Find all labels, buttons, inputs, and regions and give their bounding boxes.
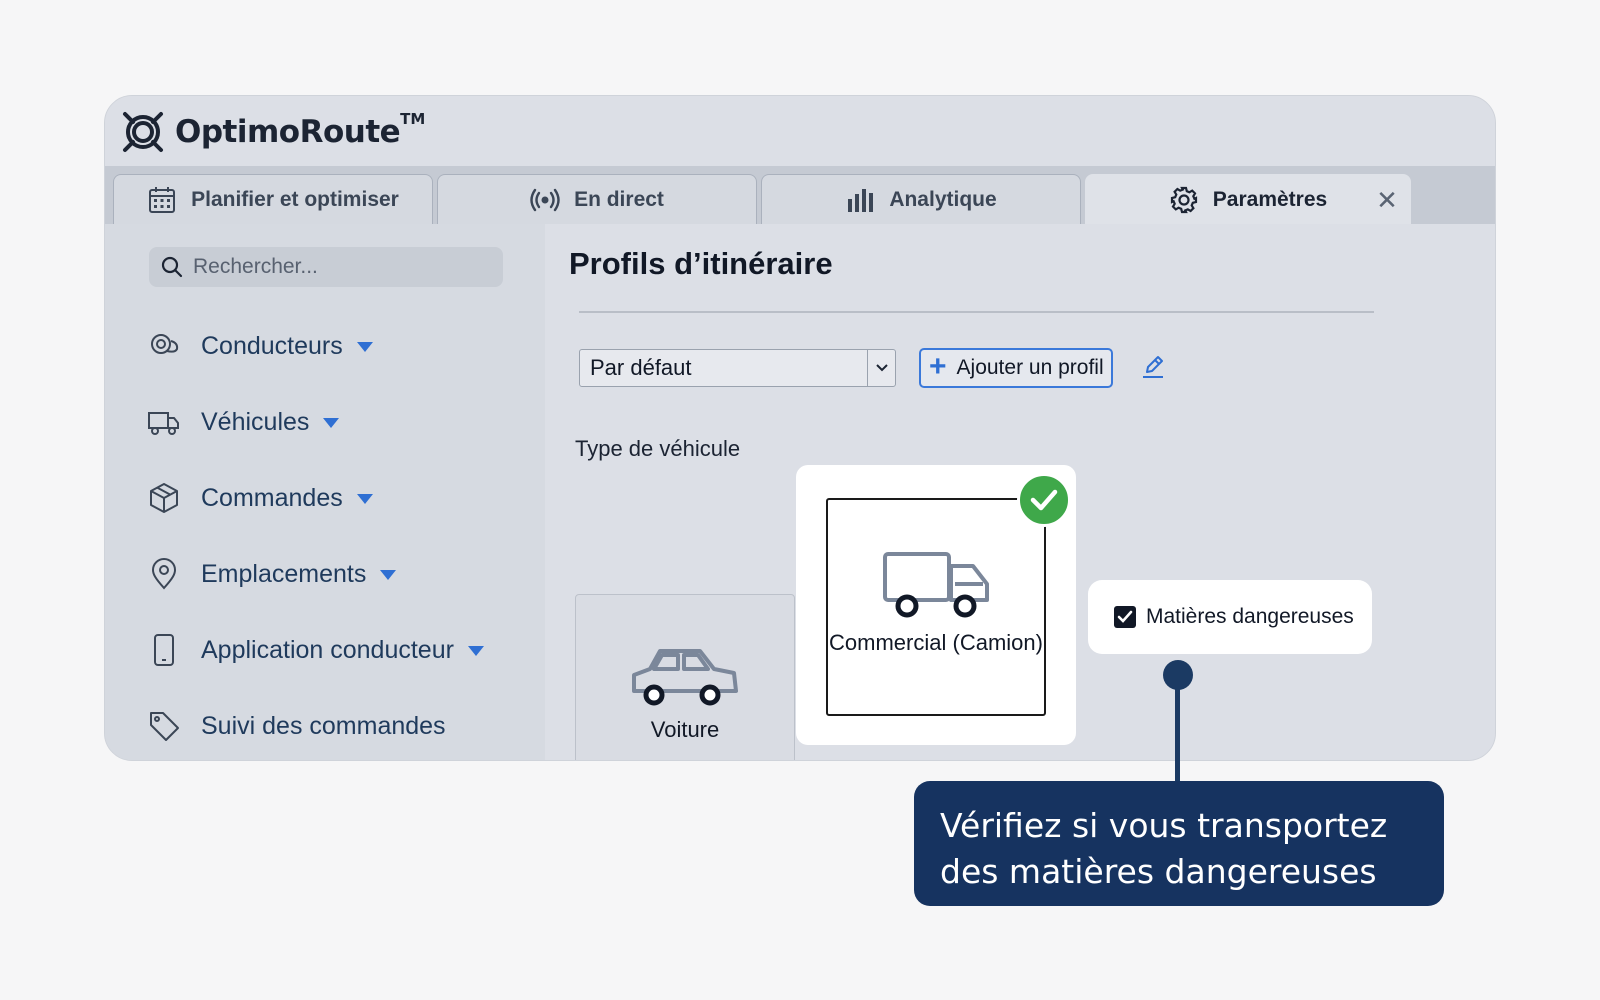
chevron-down-icon (467, 646, 484, 656)
calendar-icon (149, 186, 176, 213)
box-icon (150, 483, 178, 513)
tab-label: Paramètres (1212, 187, 1328, 211)
title-bar: OptimoRoute TM (105, 96, 1495, 166)
optimoroute-logo-icon (123, 112, 163, 152)
sidebar-item-label: Véhicules (201, 407, 310, 436)
truck-icon (148, 412, 179, 435)
callout-pointer-line (1175, 675, 1180, 785)
tag-icon (150, 712, 179, 741)
sidebar-item-label: Application conducteur (201, 635, 454, 664)
broadcast-icon (530, 188, 560, 211)
hazmat-label: Matières dangereuses (1146, 605, 1354, 628)
vehicle-card-voiture[interactable]: Voiture (575, 594, 795, 760)
callout-pointer-dot (1163, 660, 1193, 690)
vehicle-label: Voiture (650, 717, 720, 742)
phone-icon (154, 634, 174, 666)
hazmat-checkbox[interactable] (1114, 606, 1136, 628)
callout-tooltip: Vérifiez si vous transportez des matière… (914, 781, 1444, 906)
sidebar-item-commandes[interactable]: Commandes (147, 478, 373, 518)
plus-icon: + (929, 349, 947, 383)
add-profile-button[interactable]: + Ajouter un profil (919, 348, 1113, 388)
close-tab-icon[interactable]: ✕ (1374, 187, 1400, 213)
sidebar-item-vehicules[interactable]: Véhicules (147, 402, 340, 442)
edit-pencil-icon[interactable] (1139, 352, 1167, 380)
search-input[interactable] (193, 255, 493, 279)
tab-label: En direct (574, 187, 664, 211)
tab-planifier[interactable]: Planifier et optimiser (113, 174, 433, 224)
tab-label: Analytique (889, 187, 997, 211)
hazmat-option[interactable]: Matières dangereuses (1088, 580, 1372, 654)
chevron-down-icon (323, 418, 340, 428)
chevron-down-icon[interactable] (867, 350, 895, 386)
chevron-down-icon (380, 570, 397, 580)
page-title: Profils d’itinéraire (569, 246, 833, 281)
add-profile-label: Ajouter un profil (956, 356, 1104, 379)
sidebar-item-label: Conducteurs (201, 331, 343, 360)
divider (579, 311, 1374, 313)
app-logo: OptimoRoute TM (119, 108, 425, 156)
location-pin-icon (151, 558, 177, 590)
sidebar-item-application-conducteur[interactable]: Application conducteur (147, 630, 484, 670)
search-box[interactable] (149, 247, 503, 287)
chevron-down-icon (356, 494, 373, 504)
callout-line-2: des matières dangereuses (940, 852, 1377, 891)
profile-select-value: Par défaut (590, 355, 692, 380)
callout-line-1: Vérifiez si vous transportez (940, 806, 1388, 845)
vehicle-card-camion[interactable]: Commercial (Camion) (826, 498, 1046, 716)
tab-parametres[interactable]: Paramètres ✕ (1085, 174, 1411, 224)
drivers-icon (151, 334, 179, 354)
vehicle-label: Commercial (Camion) (829, 630, 1043, 655)
tab-analytique[interactable]: Analytique (761, 174, 1081, 224)
car-icon (632, 649, 738, 706)
tab-label: Planifier et optimiser (191, 187, 399, 211)
truck-icon (883, 552, 989, 618)
sidebar: Conducteurs Véhicules Commandes (105, 224, 545, 760)
sidebar-item-suivi-commandes[interactable]: Suivi des commandes (147, 706, 446, 746)
sidebar-item-label: Commandes (201, 483, 343, 512)
trademark-mark: TM (400, 110, 426, 128)
tab-en-direct[interactable]: En direct (437, 174, 757, 224)
vehicle-type-label: Type de véhicule (575, 436, 741, 461)
sidebar-item-conducteurs[interactable]: Conducteurs (147, 326, 373, 366)
bar-chart-icon (848, 188, 874, 212)
sidebar-item-emplacements[interactable]: Emplacements (147, 554, 397, 594)
profile-select[interactable]: Par défaut (579, 349, 896, 387)
gear-icon (1170, 186, 1197, 213)
chevron-down-icon (356, 342, 373, 352)
selected-check-icon (1017, 473, 1071, 527)
tab-bar: Planifier et optimiser En direct Analyti… (105, 166, 1495, 224)
sidebar-item-label: Suivi des commandes (201, 711, 446, 740)
search-icon (161, 256, 183, 278)
sidebar-item-label: Emplacements (201, 559, 367, 588)
app-name: OptimoRoute (175, 114, 401, 150)
